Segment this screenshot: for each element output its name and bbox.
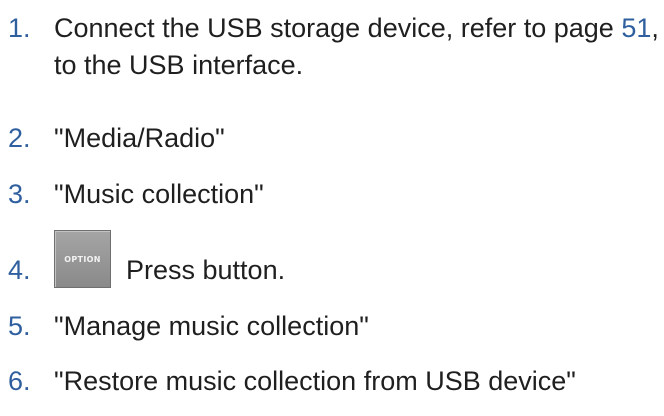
step-number: 1. [8, 13, 31, 43]
step-number: 5. [8, 311, 31, 341]
option-button-icon: OPTION [54, 230, 111, 288]
step-number: 2. [8, 123, 31, 153]
step-text: "Media/Radio" [54, 123, 225, 153]
step-number: 3. [8, 179, 31, 209]
step-text: "Restore music collection from USB devic… [54, 366, 576, 396]
step-number: 4. [8, 255, 31, 285]
step-text: Press button. [126, 255, 286, 285]
instruction-steps: 1. Connect the USB storage device, refer… [0, 0, 664, 416]
step-text-part: Connect the USB storage device, refer to… [54, 13, 622, 43]
step-text: "Manage music collection" [54, 311, 369, 341]
option-button-label: OPTION [64, 255, 101, 264]
step-text: Connect the USB storage device, refer to… [54, 10, 660, 84]
step-text: "Music collection" [54, 179, 264, 209]
page-reference-link[interactable]: 51 [621, 13, 651, 43]
step-number: 6. [8, 366, 31, 396]
